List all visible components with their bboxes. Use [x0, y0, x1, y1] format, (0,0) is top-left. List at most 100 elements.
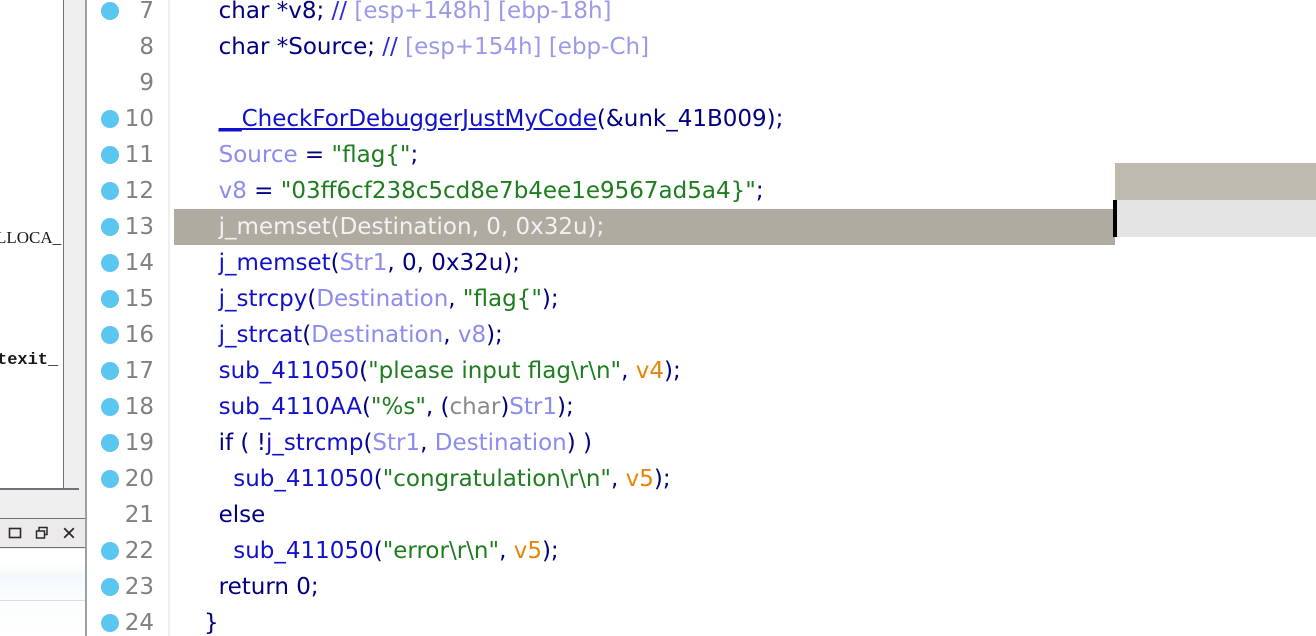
breakpoint-icon[interactable] — [101, 254, 119, 272]
code-token: return 0; — [218, 574, 319, 600]
right-panel-selection-band — [1115, 163, 1316, 200]
code-token: ) — [500, 394, 510, 420]
background-symbol-fragment: LLOCA_ — [0, 228, 61, 248]
breakpoint-icon[interactable] — [101, 2, 119, 20]
code-line[interactable]: j_strcpy(Destination, "flag{"); — [170, 281, 1316, 317]
code-token: j_memset — [218, 250, 331, 276]
code-line[interactable]: j_memset(Str1, 0, 0x32u); — [170, 245, 1316, 281]
code-line[interactable]: __CheckForDebuggerJustMyCode(&unk_41B009… — [170, 101, 1316, 137]
gutter-row[interactable]: 20 — [87, 461, 170, 497]
code-line[interactable]: else — [170, 497, 1316, 533]
code-token: "please input flag\r\n" — [368, 358, 622, 384]
breakpoint-icon[interactable] — [101, 470, 119, 488]
gutter-row[interactable]: 14 — [87, 245, 170, 281]
code-line[interactable]: char *v8; // [esp+148h] [ebp-18h] — [170, 0, 1316, 29]
code-token: "congratulation\r\n" — [382, 466, 611, 492]
code-token: , — [443, 322, 458, 348]
gutter-row[interactable]: 24 — [87, 605, 170, 636]
breakpoint-icon[interactable] — [101, 398, 119, 416]
gutter-row[interactable]: 19 — [87, 425, 170, 461]
code-line-text: __CheckForDebuggerJustMyCode(&unk_41B009… — [170, 106, 784, 132]
code-token: ) ) — [566, 430, 593, 456]
code-line[interactable]: char *Source; // [esp+154h] [ebp-Ch] — [170, 29, 1316, 65]
breakpoint-icon[interactable] — [101, 218, 119, 236]
code-line[interactable]: sub_411050("please input flag\r\n", v4); — [170, 353, 1316, 389]
breakpoint-icon[interactable] — [101, 110, 119, 128]
gutter-row[interactable]: 11 — [87, 137, 170, 173]
line-number: 12 — [124, 177, 154, 204]
gutter-row[interactable]: 18 — [87, 389, 170, 425]
code-token: ); — [557, 394, 574, 420]
code-token: else — [218, 502, 266, 528]
code-line-text: else — [170, 502, 266, 528]
code-line[interactable]: } — [170, 605, 1316, 636]
code-token: , — [621, 358, 636, 384]
gutter-row[interactable]: 15 — [87, 281, 170, 317]
gutter-row[interactable]: 8 — [87, 29, 170, 65]
gutter-row[interactable]: 23 — [87, 569, 170, 605]
gutter-row[interactable]: 13 — [87, 209, 170, 245]
code-line[interactable] — [170, 65, 1316, 101]
gutter-row[interactable]: 7 — [87, 0, 170, 29]
gutter-row[interactable]: 22 — [87, 533, 170, 569]
gutter-row[interactable]: 21 — [87, 497, 170, 533]
breakpoint-icon[interactable] — [101, 326, 119, 344]
gutter-row[interactable]: 10 — [87, 101, 170, 137]
gutter-row[interactable]: 9 — [87, 65, 170, 101]
close-icon[interactable] — [61, 525, 77, 541]
code-token: ); — [541, 538, 559, 564]
code-token: , ( — [425, 394, 450, 420]
restore-icon[interactable] — [34, 525, 50, 541]
code-token: ); — [653, 466, 671, 492]
code-token: v5 — [625, 466, 654, 492]
code-token: ( — [373, 466, 383, 492]
code-line-text: if ( !j_strcmp(Str1, Destination) ) — [170, 430, 592, 456]
breakpoint-icon[interactable] — [101, 362, 119, 380]
maximize-icon[interactable] — [7, 525, 23, 541]
code-line[interactable]: sub_4110AA("%s", (char)Str1); — [170, 389, 1316, 425]
line-number: 19 — [124, 429, 154, 456]
code-line[interactable]: sub_411050("congratulation\r\n", v5); — [170, 461, 1316, 497]
line-number: 13 — [124, 213, 154, 240]
gutter-row[interactable]: 17 — [87, 353, 170, 389]
code-token: "flag{" — [331, 142, 411, 168]
code-line-text: char *v8; // [esp+148h] [ebp-18h] — [170, 0, 612, 24]
gutter-row[interactable]: 16 — [87, 317, 170, 353]
background-lower-panel — [0, 549, 85, 636]
code-token: , 0, 0x32u); — [387, 250, 521, 276]
breakpoint-icon[interactable] — [101, 578, 119, 596]
code-token: , — [420, 430, 435, 456]
code-token: , — [610, 466, 626, 492]
breakpoint-icon[interactable] — [101, 434, 119, 452]
code-token: v8 — [218, 178, 247, 204]
breakpoint-icon[interactable] — [101, 290, 119, 308]
breakpoint-icon[interactable] — [101, 542, 119, 560]
code-token: ( — [359, 358, 369, 384]
line-number: 18 — [124, 393, 154, 420]
code-line[interactable]: sub_411050("error\r\n", v5); — [170, 533, 1316, 569]
code-line-text: sub_4110AA("%s", (char)Str1); — [170, 394, 574, 420]
code-line[interactable]: if ( !j_strcmp(Str1, Destination) ) — [170, 425, 1316, 461]
code-line-text: j_memset(Str1, 0, 0x32u); — [170, 250, 520, 276]
code-token: Source — [218, 142, 298, 168]
gutter-row[interactable]: 12 — [87, 173, 170, 209]
code-token: *v8; — [276, 0, 332, 24]
line-number: 7 — [139, 0, 154, 24]
screenshot-root: LLOCA_ texit_ 7 8 9 10 11 12 13 14 15 16 17 18 19 20 2… — [0, 0, 1316, 636]
breakpoint-icon[interactable] — [101, 182, 119, 200]
pseudocode-view[interactable]: char *v8; // [esp+148h] [ebp-18h] char *… — [170, 0, 1316, 636]
code-line[interactable]: return 0; — [170, 569, 1316, 605]
breakpoint-icon[interactable] — [101, 614, 119, 632]
code-token: j_memset(Destination, 0, 0x32u); — [218, 214, 605, 240]
code-token: , — [499, 538, 514, 564]
code-token: j_strcmp — [265, 430, 364, 456]
line-number: 16 — [124, 321, 154, 348]
breakpoint-icon[interactable] — [101, 146, 119, 164]
code-line-text: j_memset(Destination, 0, 0x32u); — [170, 214, 605, 240]
code-token: ( — [361, 394, 371, 420]
code-line[interactable]: j_strcat(Destination, v8); — [170, 317, 1316, 353]
code-line-text: j_strcpy(Destination, "flag{"); — [170, 286, 559, 312]
code-token: Destination — [316, 286, 449, 312]
line-number: 9 — [139, 69, 154, 96]
line-number: 21 — [124, 501, 154, 528]
